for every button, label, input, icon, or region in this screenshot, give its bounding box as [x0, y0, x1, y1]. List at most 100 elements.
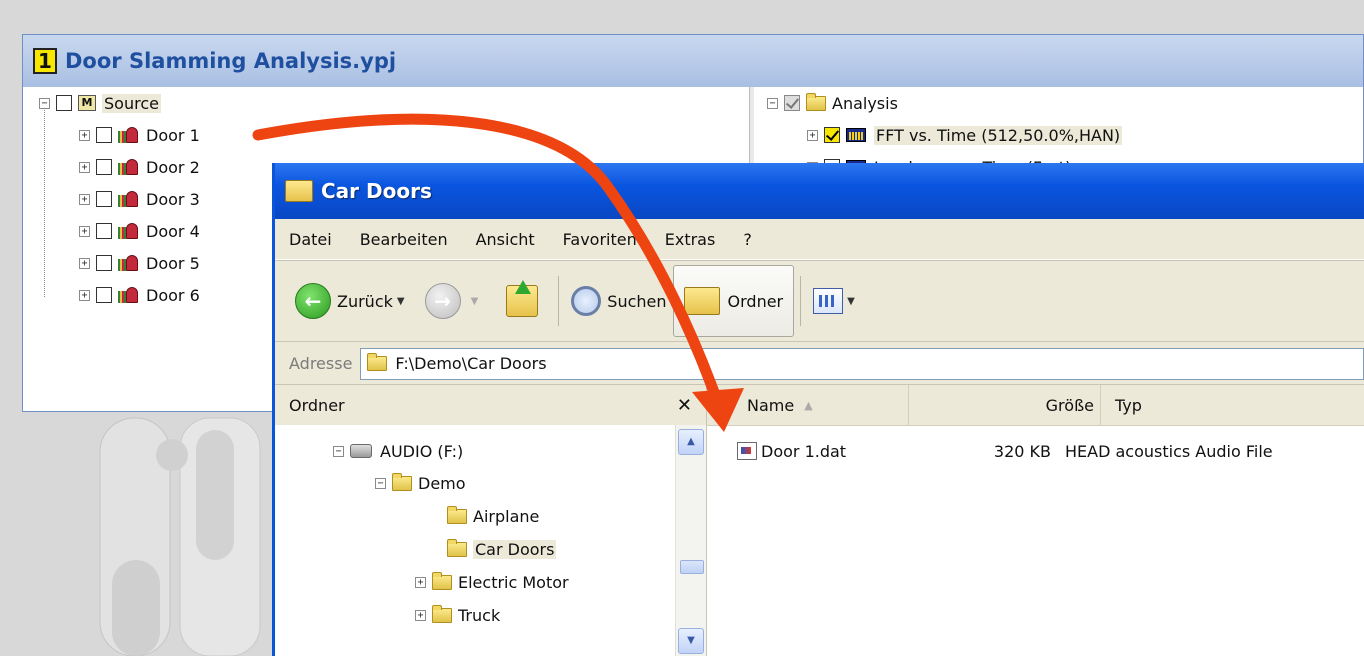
source-item[interactable]: + Door 4	[79, 217, 200, 245]
source-item-label: Door 2	[146, 157, 200, 177]
expand-icon[interactable]: +	[807, 129, 818, 141]
menu-ansicht[interactable]: Ansicht	[462, 230, 549, 249]
column-size[interactable]: Größe	[909, 385, 1101, 425]
folders-pane-header: Ordner ✕	[275, 385, 706, 425]
expand-icon[interactable]: +	[79, 161, 90, 173]
scroll-thumb[interactable]	[680, 560, 704, 574]
source-item-label: Door 3	[146, 189, 200, 209]
drive-icon	[350, 444, 372, 458]
tree-item-truck[interactable]: + Truck	[415, 601, 500, 629]
tree-item-label: Electric Motor	[458, 572, 569, 592]
toolbar: ← Zurück ▼ → ▼ Suchen Ordner ▼	[275, 260, 1364, 342]
menu-bearbeiten[interactable]: Bearbeiten	[346, 230, 462, 249]
address-value: F:\Demo\Car Doors	[395, 354, 547, 373]
up-button[interactable]	[492, 266, 552, 336]
source-item-label: Door 5	[146, 253, 200, 273]
source-item[interactable]: + Door 6	[79, 281, 200, 309]
checkbox[interactable]	[96, 127, 112, 143]
menu-help[interactable]: ?	[729, 230, 766, 249]
collapse-icon[interactable]: −	[767, 97, 778, 109]
tree-item-electric-motor[interactable]: + Electric Motor	[415, 568, 569, 596]
toolbar-separator	[800, 276, 802, 326]
tree-item-airplane[interactable]: Airplane	[447, 502, 539, 530]
vertical-scrollbar[interactable]: ▲ ▼	[675, 425, 706, 656]
column-size-label: Größe	[1045, 395, 1094, 415]
checkbox[interactable]	[96, 287, 112, 303]
collapse-icon[interactable]: −	[39, 97, 50, 109]
tree-item-label: Airplane	[473, 506, 540, 526]
collapse-icon[interactable]: −	[375, 477, 386, 489]
expand-icon[interactable]: +	[79, 129, 90, 141]
folders-pane: Ordner ✕ − AUDIO (F:) − Demo Airplane Ca…	[275, 385, 707, 656]
checkbox[interactable]	[96, 191, 112, 207]
checkbox[interactable]	[56, 95, 72, 111]
sort-ascending-icon: ▲	[804, 398, 813, 412]
checkbox[interactable]	[824, 127, 840, 143]
file-type: HEAD acoustics Audio File	[1065, 441, 1273, 461]
analysis-root[interactable]: − Analysis	[767, 89, 898, 117]
checkbox[interactable]	[96, 255, 112, 271]
audio-file-icon	[737, 442, 757, 460]
views-button[interactable]: ▼	[807, 266, 869, 336]
menu-extras[interactable]: Extras	[651, 230, 730, 249]
expand-icon[interactable]: +	[415, 609, 426, 621]
source-item-label: Door 1	[146, 125, 200, 145]
analysis-item[interactable]: + FFT vs. Time (512,50.0%,HAN)	[807, 121, 1123, 149]
folder-icon	[392, 472, 412, 491]
door-recording-icon	[118, 254, 138, 272]
back-button[interactable]: ← Zurück ▼	[275, 266, 419, 336]
close-icon[interactable]: ✕	[677, 395, 692, 416]
measurement-icon: M	[78, 95, 96, 111]
explorer-title: Car Doors	[321, 179, 432, 203]
tree-item-demo[interactable]: − Demo	[375, 469, 466, 497]
source-item[interactable]: + Door 1	[79, 121, 200, 149]
folders-button[interactable]: Ordner	[672, 265, 795, 337]
file-list: Name ▲ Größe Typ Door 1.dat 320 KB HEAD …	[707, 385, 1364, 656]
tree-item-label: Truck	[458, 605, 501, 625]
views-dropdown-icon[interactable]: ▼	[847, 296, 855, 307]
source-root[interactable]: − M Source	[39, 89, 161, 117]
source-item[interactable]: + Door 3	[79, 185, 200, 213]
column-type-label: Typ	[1115, 395, 1142, 415]
address-input[interactable]: F:\Demo\Car Doors	[360, 347, 1364, 380]
folder-up-icon	[506, 280, 539, 317]
expand-icon[interactable]: +	[79, 193, 90, 205]
forward-dropdown-icon[interactable]: ▼	[471, 296, 479, 307]
back-arrow-icon: ←	[295, 283, 331, 319]
scroll-down-icon[interactable]: ▼	[678, 628, 704, 654]
source-item[interactable]: + Door 2	[79, 153, 200, 181]
menu-bar: Datei Bearbeiten Ansicht Favoriten Extra…	[275, 219, 1364, 260]
folders-label: Ordner	[727, 291, 784, 311]
column-name[interactable]: Name ▲	[707, 385, 909, 425]
back-dropdown-icon[interactable]: ▼	[397, 296, 405, 307]
source-item[interactable]: + Door 5	[79, 249, 200, 277]
forward-button[interactable]: → ▼	[419, 266, 493, 336]
folders-icon	[683, 287, 720, 315]
expand-icon[interactable]: +	[415, 576, 426, 588]
toolbar-separator	[558, 276, 560, 326]
address-bar: Adresse F:\Demo\Car Doors	[275, 343, 1364, 385]
file-row[interactable]: Door 1.dat 320 KB HEAD acoustics Audio F…	[707, 439, 1364, 463]
menu-favoriten[interactable]: Favoriten	[549, 230, 651, 249]
tree-item-label: AUDIO (F:)	[380, 441, 464, 461]
door-recording-icon	[118, 286, 138, 304]
search-button[interactable]: Suchen	[565, 266, 672, 336]
scroll-up-icon[interactable]: ▲	[678, 429, 704, 455]
menu-datei[interactable]: Datei	[275, 230, 346, 249]
checkbox[interactable]	[96, 223, 112, 239]
column-type[interactable]: Typ	[1101, 385, 1364, 425]
collapse-icon[interactable]: −	[333, 445, 344, 457]
forward-arrow-icon: →	[424, 283, 461, 319]
explorer-title-bar[interactable]: Car Doors	[275, 163, 1364, 219]
column-name-label: Name	[747, 395, 795, 415]
expand-icon[interactable]: +	[79, 257, 90, 269]
tree-item-car-doors[interactable]: Car Doors	[447, 535, 557, 563]
tree-item-drive[interactable]: − AUDIO (F:)	[333, 437, 463, 465]
door-recording-icon	[118, 190, 138, 208]
checkbox[interactable]	[784, 95, 800, 111]
project-title-bar[interactable]: 1 Door Slamming Analysis.ypj	[23, 35, 1363, 87]
project-number-badge: 1	[33, 48, 57, 74]
checkbox[interactable]	[96, 159, 112, 175]
expand-icon[interactable]: +	[79, 289, 90, 301]
expand-icon[interactable]: +	[79, 225, 90, 237]
